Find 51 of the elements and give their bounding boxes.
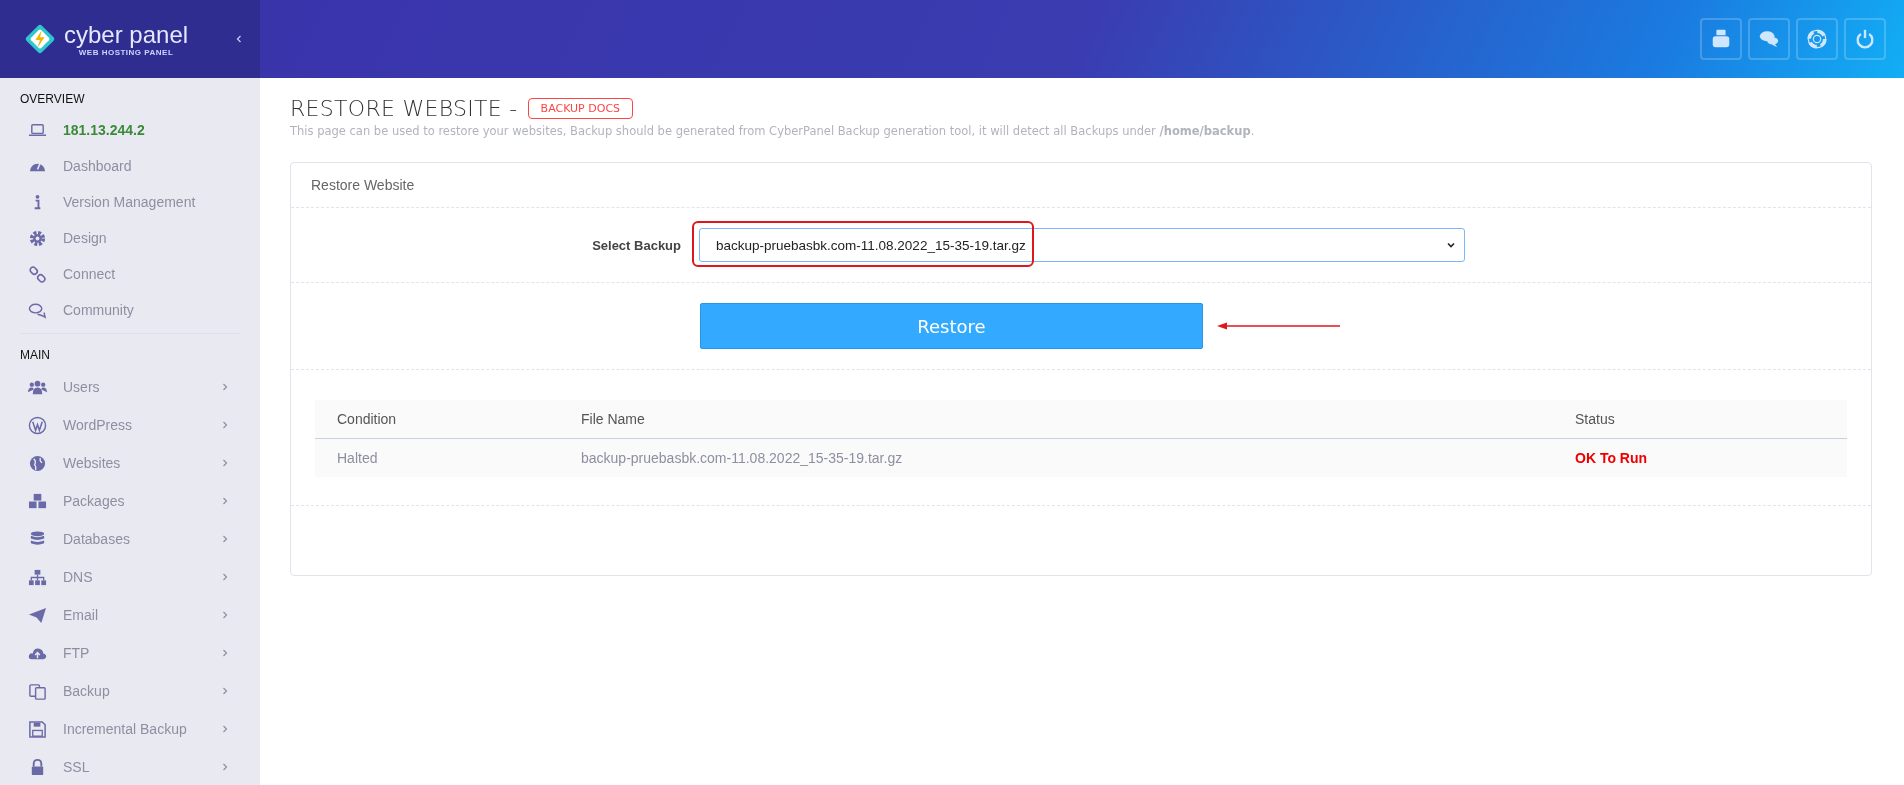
table-cell: backup-pruebasbk.com-11.08.2022_15-35-19.tar.gz [559,438,1553,477]
page-title: RESTORE WEBSITE - [290,96,518,121]
section-title: MAIN [19,347,51,364]
sidebar-item[interactable]: SSL [0,748,260,785]
link-icon [28,264,47,284]
video-button[interactable] [1700,18,1742,60]
restore-button[interactable]: Restore [700,303,1203,349]
sidebar-item[interactable]: Databases [0,520,260,558]
sidebar-item[interactable]: Backup [0,672,260,710]
sidebar-item[interactable]: FTP [0,634,260,672]
column-header: File Name [559,400,1553,439]
card-title: Restore Website [291,163,1871,208]
wordpress-logo-icon [28,415,47,435]
column-header: Condition [315,400,559,439]
brand-name: cyber panel [64,21,189,48]
backup-docs-link[interactable]: BACKUP DOCS [527,98,634,119]
status-text: OK To Run [1553,438,1847,477]
paper-plane-icon [28,605,47,625]
boxes-icon [28,491,47,511]
brand-tagline: WEB HOSTING PANEL [78,47,174,57]
backup-select[interactable]: backup-pruebasbk.com-11.08.2022_15-35-19.tar.gz [699,228,1465,262]
sidebar-item[interactable]: Incremental Backup [0,710,260,748]
sidebar-item[interactable]: Connect [0,256,260,292]
section-title: OVERVIEW [19,91,86,108]
select-label: Select Backup [591,237,682,253]
globe-icon [28,453,47,473]
sidebar-item[interactable]: DNS [0,558,260,596]
chat-bubbles-icon [1758,28,1780,50]
sidebar-item[interactable]: Community [0,292,260,328]
sidebar-item[interactable]: Email [0,596,260,634]
sidebar-item[interactable]: WordPress [0,406,260,444]
support-button[interactable] [1796,18,1838,60]
sidebar-item[interactable]: Packages [0,482,260,520]
caret-icon [1446,240,1456,250]
sidebar-item[interactable]: Dashboard [0,148,260,184]
copy-icon [28,681,47,701]
sitemap-icon [28,567,47,587]
lifebuoy-icon [1806,28,1828,50]
sidebar-item[interactable]: Websites [0,444,260,482]
chat-button[interactable] [1748,18,1790,60]
sidebar-item[interactable]: 181.13.244.2 [0,112,260,148]
sidebar-item[interactable]: Design [0,220,260,256]
column-header: Status [1553,400,1847,439]
logout-button[interactable] [1844,18,1886,60]
table-cell: Halted [315,438,559,477]
page-description: This page can be used to restore your websites, Backup should be generated from CyberPanel Backup generation tool, it will detect all Backups under /home/backup. [290,124,1256,138]
power-icon [1854,28,1876,50]
sidebar-item[interactable]: Users [0,368,260,406]
collapse-chevron-icon[interactable] [234,34,244,44]
settings-icon [28,228,47,248]
sidebar-item[interactable]: Version Management [0,184,260,220]
